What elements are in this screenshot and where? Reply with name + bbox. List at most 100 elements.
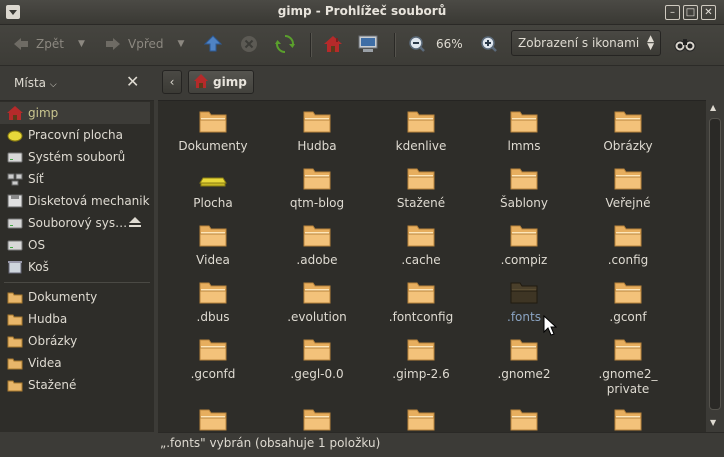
sidebar-item-place[interactable]: OS	[0, 234, 150, 256]
folder-icon	[472, 223, 576, 250]
folder-icon	[161, 280, 265, 307]
file-item[interactable]: .gconf	[576, 280, 680, 325]
file-name: .adobe	[296, 253, 338, 267]
sidebar-item-label: Souborový sys…	[28, 216, 128, 230]
computer-button[interactable]	[357, 31, 379, 57]
sidebar-item-bookmark[interactable]: Obrázky	[0, 330, 150, 352]
sidebar-item-place[interactable]: gimp	[0, 102, 150, 124]
path-back-button[interactable]: ‹	[162, 70, 182, 94]
file-item[interactable]: Obrázky	[576, 109, 680, 154]
arrow-left-icon	[10, 33, 32, 55]
sidebar-item-place[interactable]: Síť	[0, 168, 150, 190]
file-item[interactable]: .gimp-2.6	[369, 337, 473, 382]
file-item[interactable]: Plocha	[161, 166, 265, 211]
drive-icon	[7, 216, 23, 230]
sidebar-item-label: gimp	[28, 106, 59, 120]
file-item[interactable]: .fontconfig	[369, 280, 473, 325]
home-button[interactable]	[322, 31, 344, 57]
file-item[interactable]: qtm-blog	[265, 166, 369, 211]
file-name: .cache	[401, 253, 441, 267]
sidebar-item-place[interactable]: Systém souborů	[0, 146, 150, 168]
file-item[interactable]: Hudba	[265, 109, 369, 154]
up-button[interactable]	[202, 31, 224, 57]
vertical-scrollbar[interactable]: ▲ ▼	[706, 100, 724, 431]
file-item[interactable]: lmms	[472, 109, 576, 154]
places-label: Místa	[14, 76, 46, 90]
file-item[interactable]: .evolution	[265, 280, 369, 325]
file-name: Šablony	[500, 196, 548, 210]
sidebar-item-place[interactable]: Koš	[0, 256, 150, 278]
sidebar-item-bookmark[interactable]: Hudba	[0, 308, 150, 330]
file-item[interactable]: .dbus	[161, 280, 265, 325]
breadcrumb-home[interactable]: gimp	[188, 70, 254, 94]
back-dropdown-icon[interactable]: ▼	[78, 39, 85, 49]
folder-icon	[7, 334, 23, 348]
forward-dropdown-icon[interactable]: ▼	[178, 39, 185, 49]
file-item[interactable]: Stažené	[369, 166, 473, 211]
file-item[interactable]: .fonts	[472, 280, 576, 325]
back-button[interactable]: Zpět ▼	[10, 31, 85, 57]
file-item[interactable]: .gegl-0.0	[265, 337, 369, 382]
file-item[interactable]	[472, 407, 576, 432]
file-item[interactable]: Dokumenty	[161, 109, 265, 154]
sidebar-item-bookmark[interactable]: Videa	[0, 352, 150, 374]
file-name: .fonts	[507, 310, 541, 324]
zoom-in-button[interactable]	[478, 31, 500, 57]
file-name: kdenlive	[395, 139, 447, 153]
file-name: .gimp-2.6	[392, 367, 450, 381]
desktop-folder-icon	[161, 166, 265, 193]
file-name: .gnome2	[497, 367, 551, 381]
folder-icon	[265, 337, 369, 364]
trash-icon	[7, 260, 23, 274]
sidebar-item-bookmark[interactable]: Dokumenty	[0, 286, 150, 308]
sidebar-item-place[interactable]: Souborový sys…	[0, 212, 150, 234]
file-item[interactable]: .adobe	[265, 223, 369, 268]
sidebar-item-place[interactable]: Disketová mechanika	[0, 190, 150, 212]
file-item[interactable]: .compiz	[472, 223, 576, 268]
view-mode-select[interactable]: Zobrazení s ikonami ▲ ▼	[511, 30, 661, 56]
forward-button[interactable]: Vpřed ▼	[102, 31, 184, 57]
file-item[interactable]	[576, 407, 680, 432]
file-item[interactable]: .gconfd	[161, 337, 265, 382]
maximize-button[interactable]: □	[683, 5, 698, 20]
forward-label: Vpřed	[128, 37, 164, 51]
file-item[interactable]: .cache	[369, 223, 473, 268]
back-label: Zpět	[36, 37, 64, 51]
scrollbar-thumb[interactable]	[709, 118, 721, 410]
places-dropdown[interactable]: Místa ⌵	[14, 76, 57, 90]
status-text: „.fonts" vybrán (obsahuje 1 položku)	[160, 436, 381, 450]
toolbar-separator	[310, 33, 312, 57]
view-mode-label: Zobrazení s ikonami	[518, 36, 640, 50]
connect-server-button[interactable]	[674, 31, 696, 57]
close-sidebar-icon[interactable]: ✕	[126, 72, 139, 91]
sidebar-item-place[interactable]: Pracovní plocha	[0, 124, 150, 146]
sidebar-item-bookmark[interactable]: Stažené	[0, 374, 150, 396]
file-item[interactable]	[265, 407, 369, 432]
file-item[interactable]: Videa	[161, 223, 265, 268]
sidebar: Místa ⌵ ✕ gimp Pracovní plocha Systém soub…	[0, 66, 154, 432]
file-item[interactable]: .gnome2_ private	[576, 337, 680, 397]
zoom-out-button[interactable]	[406, 31, 428, 57]
file-item[interactable]: Veřejné	[576, 166, 680, 211]
file-item[interactable]	[369, 407, 473, 432]
file-item[interactable]: .config	[576, 223, 680, 268]
file-item[interactable]: Šablony	[472, 166, 576, 211]
stop-button[interactable]	[238, 31, 260, 57]
eject-icon[interactable]	[128, 215, 142, 232]
folder-icon	[472, 166, 576, 193]
file-name: Videa	[196, 253, 230, 267]
folder-icon	[7, 356, 23, 370]
file-item[interactable]: .gnome2	[472, 337, 576, 382]
reload-button[interactable]	[274, 31, 296, 57]
close-window-button[interactable]: ✕	[701, 5, 716, 20]
home-icon	[322, 33, 344, 55]
scroll-down-icon[interactable]: ▼	[710, 418, 716, 427]
scroll-up-icon[interactable]: ▲	[710, 103, 716, 112]
folder-icon	[265, 166, 369, 193]
file-item[interactable]	[161, 407, 265, 432]
sidebar-header: Místa ⌵ ✕	[0, 66, 154, 101]
sidebar-item-label: Obrázky	[28, 334, 78, 348]
file-item[interactable]: kdenlive	[369, 109, 473, 154]
binoculars-icon	[674, 33, 696, 55]
minimize-button[interactable]: –	[665, 5, 680, 20]
